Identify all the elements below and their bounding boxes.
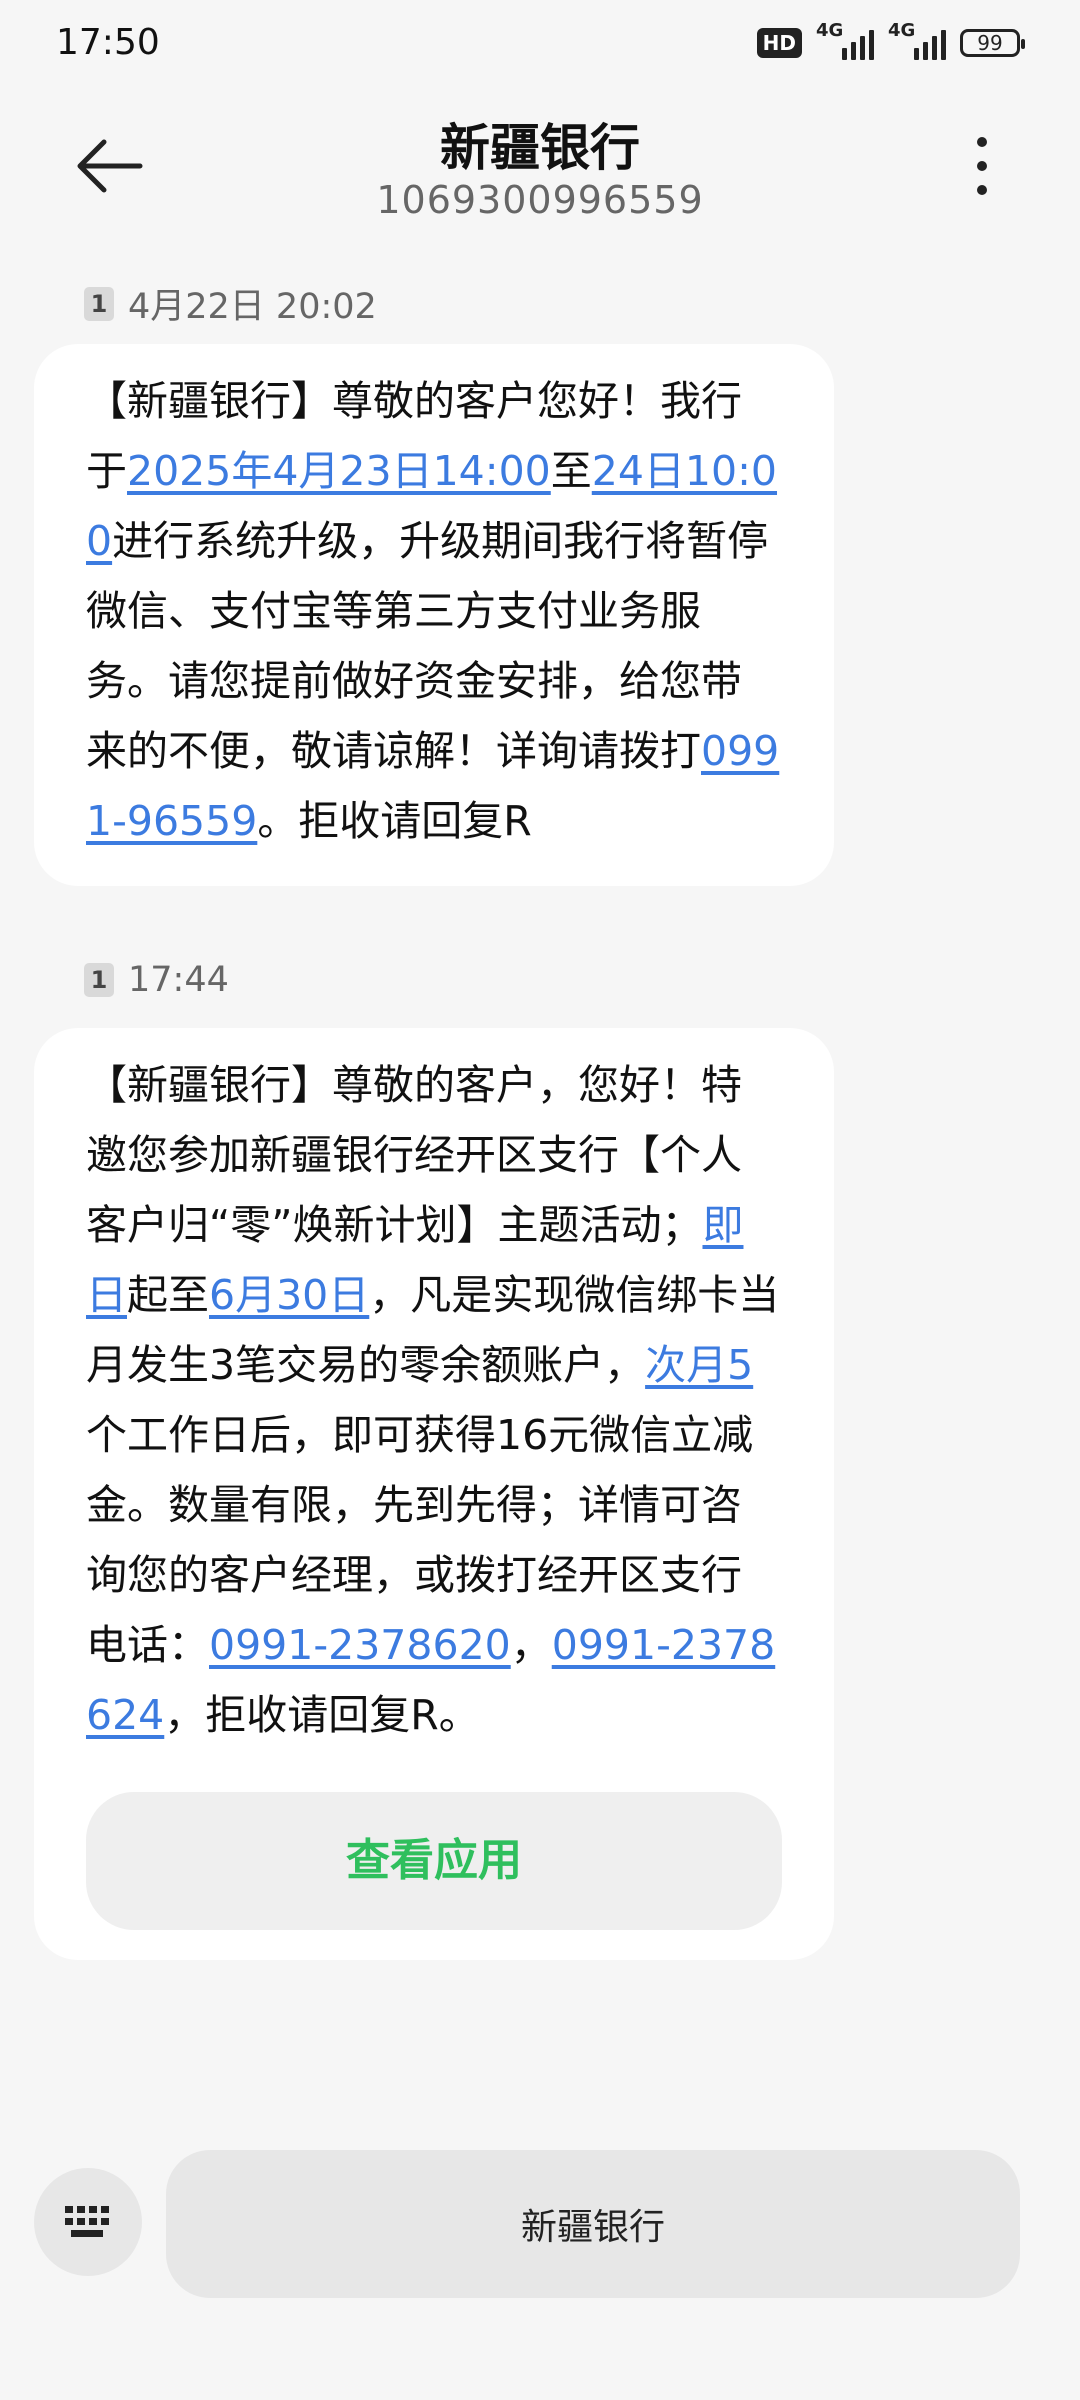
message-meta: 1 17:44 bbox=[84, 960, 229, 1000]
conversation-title: 新疆银行 bbox=[440, 119, 640, 177]
message-text: 【新疆银行】尊敬的客户您好！我行于2025年4月23日14:00至24日10:0… bbox=[86, 366, 782, 856]
message-timestamp: 4月22日 20:02 bbox=[128, 287, 377, 327]
signal-icon: 4G bbox=[816, 20, 874, 60]
network-type: 4G bbox=[816, 20, 844, 41]
message-bubble[interactable]: 【新疆银行】尊敬的客户您好！我行于2025年4月23日14:00至24日10:0… bbox=[34, 344, 834, 886]
message-text-segment: 进行系统升级，升级期间我行将暂停微信、支付宝等第三方支付业务服务。请您提前做好资… bbox=[86, 517, 769, 775]
view-app-button[interactable]: 查看应用 bbox=[86, 1792, 782, 1930]
message-timestamp: 17:44 bbox=[128, 960, 229, 1000]
message-text: 【新疆银行】尊敬的客户，您好！特邀您参加新疆银行经开区支行【个人客户归“零”焕新… bbox=[86, 1050, 782, 1750]
keyboard-button[interactable] bbox=[34, 2168, 142, 2276]
message-meta: 1 4月22日 20:02 bbox=[84, 278, 377, 329]
battery-icon: 99 bbox=[960, 29, 1025, 57]
battery-level: 99 bbox=[977, 31, 1003, 55]
network-type-2: 4G bbox=[888, 20, 916, 41]
signal-icon-2: 4G bbox=[888, 20, 946, 60]
message-text-segment: ，拒收请回复R。 bbox=[164, 1691, 480, 1739]
status-icons: HD 4G 4G 99 bbox=[756, 20, 1025, 60]
message-link[interactable]: 次月5 bbox=[645, 1341, 753, 1389]
message-link[interactable]: 0991-2378620 bbox=[209, 1621, 511, 1669]
keyboard-icon bbox=[65, 2206, 109, 2237]
message-text-segment: 【新疆银行】尊敬的客户，您好！特邀您参加新疆银行经开区支行【个人客户归“零”焕新… bbox=[86, 1061, 742, 1249]
status-bar: 17:50 HD 4G 4G 99 bbox=[0, 0, 1080, 92]
status-time: 17:50 bbox=[56, 22, 160, 63]
more-vertical-icon bbox=[977, 137, 987, 195]
message-text-segment: 起至 bbox=[127, 1271, 209, 1319]
sim-badge: 1 bbox=[84, 963, 114, 997]
message-text-segment: 。拒收请回复R bbox=[257, 797, 532, 845]
message-text-segment: ， bbox=[510, 1621, 552, 1669]
quick-reply-button[interactable]: 新疆银行 bbox=[166, 2150, 1020, 2298]
message-link[interactable]: 2025年4月23日14:00 bbox=[127, 447, 551, 495]
message-text-segment: 至 bbox=[550, 447, 592, 495]
more-options-button[interactable] bbox=[962, 130, 1002, 202]
hd-badge: HD bbox=[756, 28, 802, 58]
message-bubble[interactable]: 【新疆银行】尊敬的客户，您好！特邀您参加新疆银行经开区支行【个人客户归“零”焕新… bbox=[34, 1028, 834, 1960]
sim-badge: 1 bbox=[84, 286, 114, 321]
sender-number: 1069300996559 bbox=[376, 178, 704, 222]
message-link[interactable]: 6月30日 bbox=[209, 1271, 369, 1319]
